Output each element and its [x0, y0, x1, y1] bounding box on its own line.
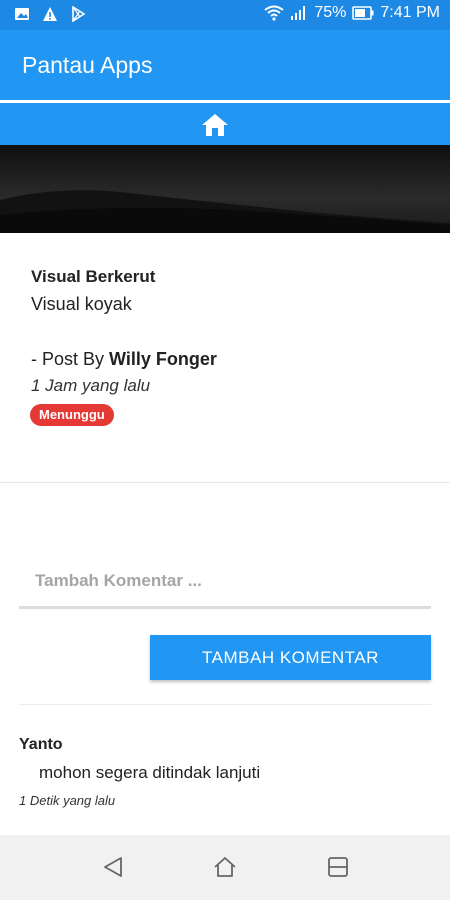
post-byline: - Post By Willy Fonger: [31, 349, 217, 370]
wifi-icon: [264, 5, 284, 21]
post-image-scene: [0, 190, 450, 233]
battery-icon: [352, 6, 374, 20]
clock: 7:41 PM: [380, 4, 440, 21]
comment-timestamp: 1 Detik yang lalu: [19, 793, 116, 808]
back-icon[interactable]: [101, 855, 125, 879]
post-description: Visual koyak: [31, 294, 132, 314]
post-title: Visual Berkerut: [31, 267, 156, 286]
status-notifications: [14, 6, 86, 22]
post-card: Visual Berkerut Visual koyak - Post By W…: [0, 233, 450, 483]
divider: [19, 704, 431, 705]
post-by-prefix: - Post By: [31, 349, 110, 369]
image-icon: [15, 8, 29, 20]
post-image: [0, 145, 450, 233]
status-system: 75% 7:41 PM: [264, 4, 440, 22]
status-bar: 75% 7:41 PM: [0, 0, 450, 30]
home-nav-icon[interactable]: [213, 855, 237, 879]
comment-text: mohon segera ditindak lanjuti: [39, 763, 261, 782]
home-icon[interactable]: [201, 113, 229, 137]
play-store-icon: [72, 6, 86, 22]
app-title: Pantau Apps: [22, 52, 153, 78]
post-author: Willy Fonger: [109, 349, 217, 369]
app-bar: Pantau Apps: [0, 30, 450, 100]
signal-icon: [291, 6, 306, 20]
status-badge: Menunggu: [30, 404, 114, 426]
comment-author: Yanto: [19, 736, 63, 753]
home-bar: [0, 103, 450, 145]
system-nav-bar: [0, 835, 450, 900]
comment-input[interactable]: [19, 555, 431, 609]
battery-percent: 75%: [314, 4, 347, 21]
add-comment-button[interactable]: TAMBAH KOMENTAR: [150, 635, 431, 680]
post-timestamp: 1 Jam yang lalu: [31, 376, 151, 395]
warning-icon: [43, 7, 57, 21]
recent-apps-icon[interactable]: [326, 855, 350, 879]
